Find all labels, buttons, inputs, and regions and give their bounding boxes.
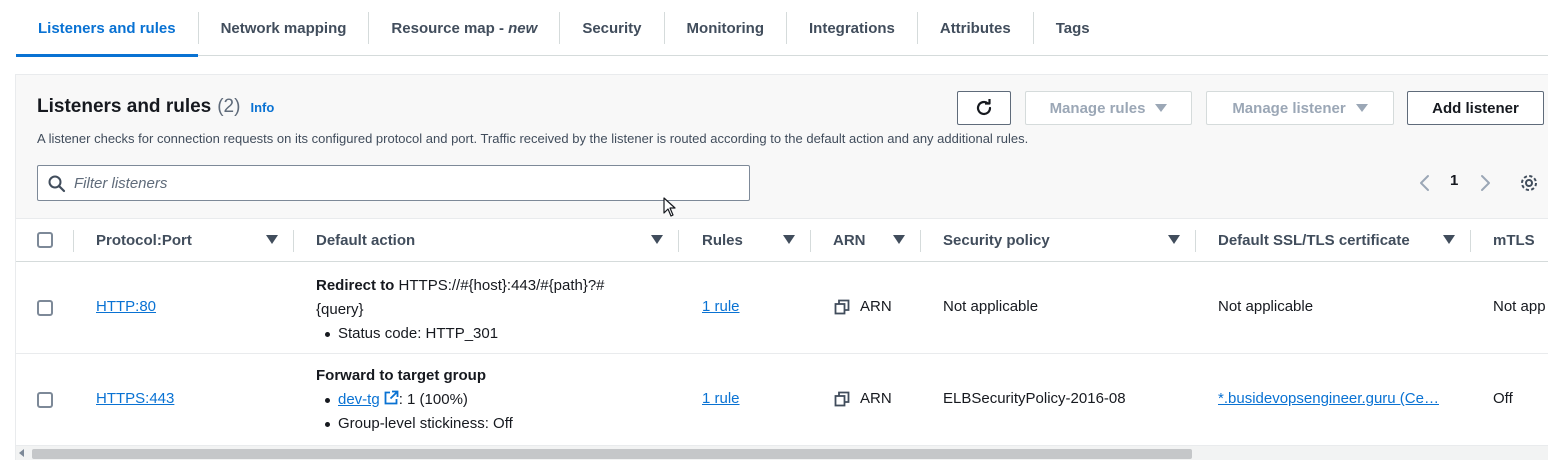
column-arn[interactable]: ARN xyxy=(833,219,866,262)
listener-protocol-link[interactable]: HTTP:80 xyxy=(96,298,156,315)
sort-icon[interactable] xyxy=(783,235,795,244)
rules-link[interactable]: 1 rule xyxy=(702,390,740,407)
column-divider xyxy=(678,230,679,252)
action-title: Redirect to xyxy=(316,277,395,294)
new-badge: new xyxy=(508,19,538,37)
panel-description: A listener checks for connection request… xyxy=(37,131,1029,146)
column-divider xyxy=(1470,230,1471,252)
scrollbar-thumb[interactable] xyxy=(32,449,1192,459)
copy-icon[interactable] xyxy=(834,391,850,407)
sort-icon[interactable] xyxy=(266,235,278,244)
mtls-value: Not app xyxy=(1493,298,1546,315)
default-action-cell: Forward to target group dev-tg : 1 (100%)… xyxy=(316,364,513,436)
current-page[interactable]: 1 xyxy=(1450,172,1458,189)
table-row: HTTP:80 Redirect to HTTPS://#{host}:443/… xyxy=(16,262,1548,354)
tab-label: Resource map - xyxy=(391,19,509,37)
column-divider xyxy=(810,230,811,252)
tab-listeners-and-rules[interactable]: Listeners and rules xyxy=(16,0,198,57)
tab-label: Security xyxy=(582,19,642,37)
manage-listener-button[interactable]: Manage listener xyxy=(1206,91,1394,125)
table-row: HTTPS:443 Forward to target group dev-tg… xyxy=(16,354,1548,446)
mtls-value: Off xyxy=(1493,390,1513,407)
column-divider xyxy=(920,230,921,252)
button-label: Add listener xyxy=(1432,99,1519,117)
tab-security[interactable]: Security xyxy=(560,0,663,56)
listener-protocol-link[interactable]: HTTPS:443 xyxy=(96,390,174,407)
column-protocol-port[interactable]: Protocol:Port xyxy=(96,219,192,262)
manage-rules-button[interactable]: Manage rules xyxy=(1025,91,1192,125)
sort-icon[interactable] xyxy=(1443,235,1455,244)
next-page-icon[interactable] xyxy=(1478,174,1492,192)
arn-label: ARN xyxy=(860,390,892,407)
column-divider xyxy=(293,230,294,252)
action-title: Forward to target group xyxy=(316,367,486,384)
previous-page-icon[interactable] xyxy=(1418,174,1432,192)
column-rules[interactable]: Rules xyxy=(702,219,743,262)
horizontal-scrollbar[interactable] xyxy=(16,446,1548,460)
filter-input[interactable] xyxy=(74,166,734,200)
column-divider xyxy=(73,230,74,252)
sort-icon[interactable] xyxy=(651,235,663,244)
filter-field[interactable] xyxy=(37,165,750,201)
tab-bar: Listeners and rules Network mapping Reso… xyxy=(16,0,1548,57)
tab-monitoring[interactable]: Monitoring xyxy=(665,0,786,56)
sort-icon[interactable] xyxy=(893,235,905,244)
column-default-action[interactable]: Default action xyxy=(316,219,415,262)
column-divider xyxy=(1195,230,1196,252)
arn-copy[interactable]: ARN xyxy=(834,298,892,315)
target-group-item: dev-tg : 1 (100%) xyxy=(316,388,513,412)
tab-label: Network mapping xyxy=(220,19,347,37)
target-weight: : 1 (100%) xyxy=(398,391,468,408)
certificate-value: Not applicable xyxy=(1218,298,1314,315)
group-stickiness: Group-level stickiness: Off xyxy=(316,412,513,436)
tab-resource-map[interactable]: Resource map - new xyxy=(369,0,559,56)
button-label: Manage rules xyxy=(1049,99,1146,117)
tab-label: Tags xyxy=(1055,19,1090,37)
security-policy-value: Not applicable xyxy=(943,298,1039,315)
refresh-icon xyxy=(976,99,992,116)
button-label: Manage listener xyxy=(1232,99,1346,117)
listener-count: (2) xyxy=(217,96,241,117)
table-header: Protocol:Port Default action Rules ARN S… xyxy=(16,218,1548,262)
sort-icon[interactable] xyxy=(1168,235,1180,244)
arn-label: ARN xyxy=(860,298,892,315)
refresh-button[interactable] xyxy=(957,91,1011,125)
tab-attributes[interactable]: Attributes xyxy=(918,0,1033,56)
gear-icon[interactable] xyxy=(1519,173,1539,193)
target-group-link[interactable]: dev-tg xyxy=(338,391,380,408)
column-default-certificate[interactable]: Default SSL/TLS certificate xyxy=(1218,219,1410,262)
tab-network-mapping[interactable]: Network mapping xyxy=(199,0,369,56)
select-all-checkbox[interactable] xyxy=(37,232,53,248)
tab-label: Monitoring xyxy=(686,19,765,37)
tab-tags[interactable]: Tags xyxy=(1034,0,1112,56)
panel-header: Listeners and rules (2) Info xyxy=(37,96,274,118)
redirect-target-continued: {query} xyxy=(316,301,364,318)
column-security-policy[interactable]: Security policy xyxy=(943,219,1050,262)
security-policy-value: ELBSecurityPolicy-2016-08 xyxy=(943,390,1126,407)
search-icon xyxy=(48,175,66,193)
row-checkbox[interactable] xyxy=(37,300,53,316)
tab-label: Integrations xyxy=(809,19,895,37)
tab-label: Listeners and rules xyxy=(38,19,176,37)
copy-icon[interactable] xyxy=(834,299,850,315)
arn-copy[interactable]: ARN xyxy=(834,390,892,407)
caret-down-icon xyxy=(1155,104,1168,112)
add-listener-button[interactable]: Add listener xyxy=(1407,91,1544,125)
redirect-target: HTTPS://#{host}:443/#{path}?# xyxy=(398,277,605,294)
info-link[interactable]: Info xyxy=(250,100,274,115)
tab-label: Attributes xyxy=(939,19,1011,37)
row-checkbox[interactable] xyxy=(37,392,53,408)
default-action-cell: Redirect to HTTPS://#{host}:443/#{path}?… xyxy=(316,274,605,346)
rules-link[interactable]: 1 rule xyxy=(702,298,740,315)
column-mtls[interactable]: mTLS xyxy=(1493,219,1535,262)
mouse-pointer-icon xyxy=(663,197,676,217)
status-code: Status code: HTTP_301 xyxy=(316,322,605,346)
scroll-left-arrow-icon[interactable] xyxy=(19,449,24,457)
certificate-link[interactable]: *.busidevopsengineer.guru (Ce… xyxy=(1218,390,1439,407)
tab-integrations[interactable]: Integrations xyxy=(787,0,917,56)
caret-down-icon xyxy=(1355,104,1368,112)
external-link-icon[interactable] xyxy=(383,390,399,406)
page-title: Listeners and rules xyxy=(37,96,212,117)
